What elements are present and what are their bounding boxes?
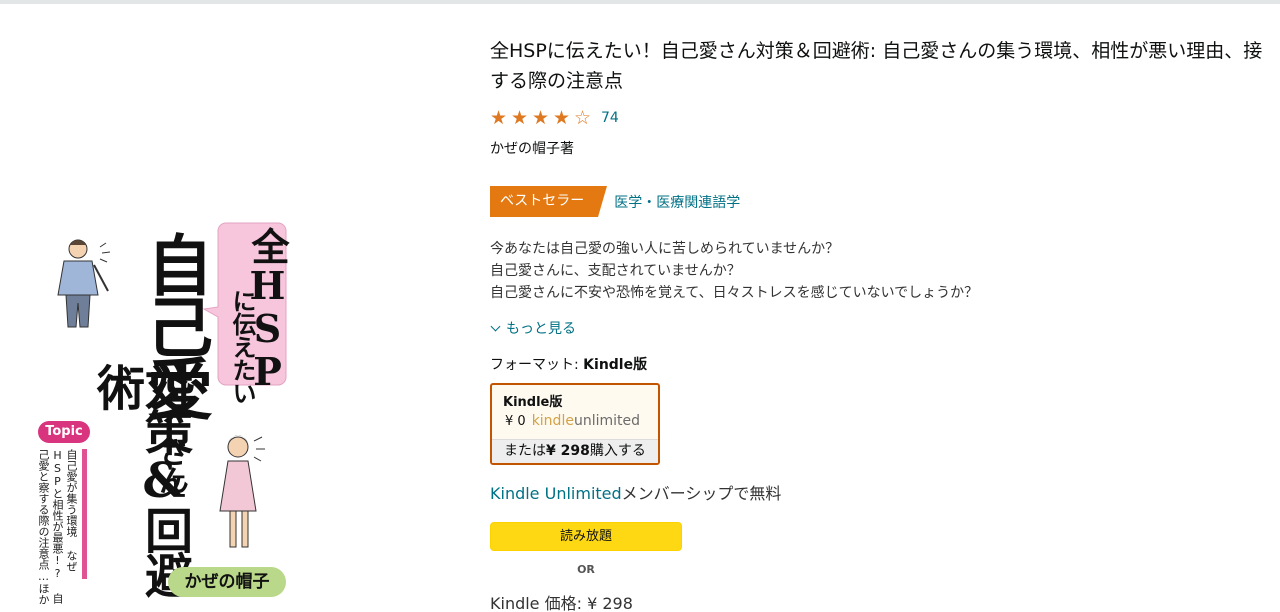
description-line: 自己愛さんに、支配されていませんか？ (490, 263, 741, 279)
cover-author-badge: かぜの帽子 (168, 567, 286, 597)
product-title: 全HSPに伝えたい！自己愛さん対策＆回避術: 自己愛さんの集う環境、相性が悪い理… (490, 40, 1263, 92)
format-value: Kindle版 (583, 357, 648, 373)
bestseller-badge[interactable]: ベストセラー (490, 186, 608, 217)
buy-prefix: または (504, 443, 546, 459)
bestseller-row: ベストセラー 医学・医療関連語学 (490, 186, 740, 217)
kindle-price-value: ¥ 298 (587, 594, 633, 612)
format-option-kindle[interactable]: Kindle版 ¥ 0 kindle unlimited または¥ 298購入する (490, 383, 660, 465)
man-illustration (57, 239, 111, 328)
bestseller-category-link[interactable]: 医学・医療関連語学 (614, 192, 740, 212)
cover-topics-text: 自己愛が集う環境 なぜHSPと相性が最悪!? 自己愛と察する際の注意点…ほか (37, 449, 78, 605)
format-label: フォーマット: (490, 357, 584, 373)
product-description: 今あなたは自己愛の強い人に苦しめられていませんか？ 自己愛さんに、支配されていま… (490, 238, 978, 304)
buy-price: ¥ 298 (546, 443, 590, 459)
star-empty-icon: ☆ (574, 107, 592, 129)
format-option-price: ¥ 0 (505, 414, 526, 429)
format-option-title: Kindle版 (503, 395, 563, 410)
see-more-link[interactable]: もっと見る (490, 318, 576, 338)
kindle-price-line: Kindle 価格: ¥ 298 (490, 590, 633, 612)
rating-count-link[interactable]: 74 (601, 110, 619, 126)
buy-suffix: 購入する (589, 443, 646, 459)
rating-row: ★ ★ ★ ★ ☆ 74 (490, 108, 619, 128)
description-line: 自己愛さんに不安や恐怖を覚えて、日々ストレスを感じていないでしょうか？ (490, 285, 979, 301)
star-filled-icon: ★ (553, 107, 571, 129)
format-option-buy-row[interactable]: または¥ 298購入する (492, 439, 658, 463)
book-cover-image[interactable]: 全HSP に伝えたい 自己愛 さん 対策&回避術 Topic 自己愛が集う環境 … (30, 205, 330, 612)
star-filled-icon: ★ (490, 107, 508, 129)
kindle-unlimited-logo-unlimited: unlimited (573, 413, 640, 429)
kindle-unlimited-logo-kindle: kindle (531, 413, 574, 429)
author-line[interactable]: かぜの帽子著 (490, 138, 574, 158)
product-details: 全HSPに伝えたい！自己愛さん対策＆回避術: 自己愛さんの集う環境、相性が悪い理… (490, 36, 1270, 612)
cover-topic-badge: Topic (38, 421, 90, 443)
kindle-unlimited-link[interactable]: Kindle Unlimited (490, 484, 622, 503)
kindle-price-label: Kindle 価格: (490, 594, 588, 612)
kindle-unlimited-line: Kindle Unlimitedメンバーシップで無料 (490, 480, 781, 504)
top-border (0, 0, 1280, 4)
star-filled-icon: ★ (511, 107, 529, 129)
format-line: フォーマット: Kindle版 (490, 354, 647, 374)
star-filled-icon: ★ (532, 107, 550, 129)
read-unlimited-button[interactable]: 読み放題 (490, 522, 682, 551)
format-option-price-row: ¥ 0 kindle unlimited (505, 413, 640, 429)
chevron-down-icon (490, 321, 501, 331)
kindle-unlimited-suffix: メンバーシップで無料 (621, 484, 782, 503)
woman-illustration (219, 435, 265, 548)
see-more-label: もっと見る (506, 321, 576, 337)
description-line: 今あなたは自己愛の強い人に苦しめられていませんか？ (490, 241, 840, 257)
star-rating[interactable]: ★ ★ ★ ★ ☆ (490, 108, 595, 128)
or-divider: OR (577, 563, 595, 576)
cover-title-ni-tsutaetai: に伝えたい (228, 289, 257, 404)
